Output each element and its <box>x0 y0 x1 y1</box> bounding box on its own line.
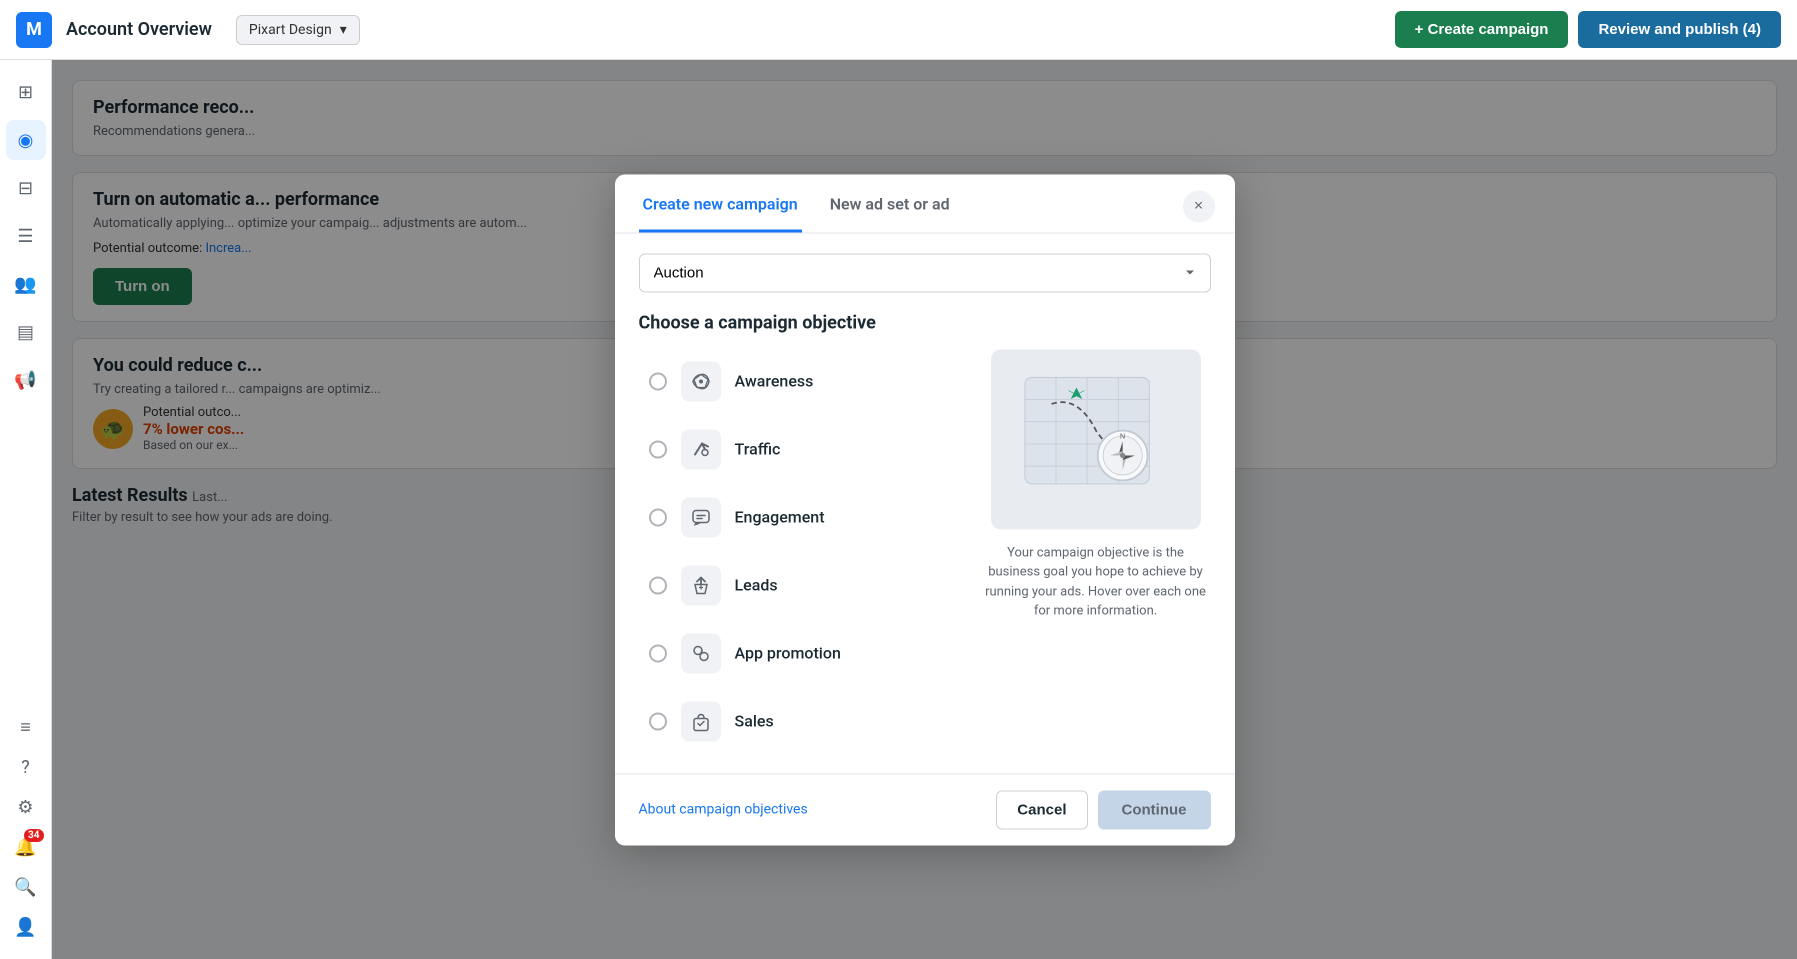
sidebar-item-search[interactable]: 🔍 <box>6 867 46 907</box>
engagement-icon <box>681 497 721 537</box>
objective-section-title: Choose a campaign objective <box>639 312 1211 333</box>
main-content: Performance reco... Recommendations gene… <box>52 60 1797 959</box>
modal-columns: Awareness Traffic <box>639 349 1211 753</box>
app-promotion-icon <box>681 633 721 673</box>
radio-sales[interactable] <box>649 712 667 730</box>
objective-engagement[interactable]: Engagement <box>639 485 961 549</box>
objective-traffic[interactable]: Traffic <box>639 417 961 481</box>
sidebar-item-doc[interactable]: ☰ <box>6 216 46 256</box>
objective-awareness[interactable]: Awareness <box>639 349 961 413</box>
radio-leads[interactable] <box>649 576 667 594</box>
traffic-icon <box>681 429 721 469</box>
preview-illustration: N <box>991 349 1201 529</box>
sidebar-item-notifications[interactable]: 🔔 34 <box>6 827 46 867</box>
radio-traffic[interactable] <box>649 440 667 458</box>
top-bar: M Account Overview Pixart Design ▾ + Cre… <box>0 0 1797 60</box>
sidebar-item-grid[interactable]: ⊟ <box>6 168 46 208</box>
review-publish-button[interactable]: Review and publish (4) <box>1578 11 1781 48</box>
continue-button[interactable]: Continue <box>1098 790 1211 829</box>
chevron-down-icon: ▾ <box>340 22 347 38</box>
sidebar-item-settings[interactable]: ⚙ <box>6 787 46 827</box>
modal-close-button[interactable]: × <box>1183 190 1215 222</box>
sidebar-item-profile[interactable]: 👤 <box>6 907 46 947</box>
sidebar: ⊞ ◉ ⊟ ☰ 👥 ▤ 📢 ≡ ? ⚙ 🔔 34 🔍 👤 <box>0 60 52 959</box>
notification-badge: 34 <box>24 829 43 842</box>
engagement-label: Engagement <box>735 508 825 527</box>
objective-app-promotion[interactable]: App promotion <box>639 621 961 685</box>
create-campaign-modal: Create new campaign New ad set or ad × A… <box>615 174 1235 845</box>
meta-logo: M <box>16 12 52 48</box>
page-title: Account Overview <box>66 19 212 40</box>
awareness-label: Awareness <box>735 372 814 391</box>
cancel-button[interactable]: Cancel <box>996 790 1087 829</box>
objectives-list: Awareness Traffic <box>639 349 961 753</box>
auction-dropdown[interactable]: Auction Reach and Frequency <box>639 253 1211 292</box>
radio-awareness[interactable] <box>649 372 667 390</box>
awareness-icon <box>681 361 721 401</box>
traffic-label: Traffic <box>735 440 781 459</box>
tab-new-ad-set[interactable]: New ad set or ad <box>826 194 954 232</box>
sidebar-item-layers[interactable]: ▤ <box>6 312 46 352</box>
sales-icon <box>681 701 721 741</box>
account-name: Pixart Design <box>249 22 332 38</box>
modal-body: Auction Reach and Frequency Choose a cam… <box>615 233 1235 773</box>
sidebar-bottom: ≡ ? ⚙ 🔔 34 🔍 👤 <box>6 707 46 947</box>
footer-actions: Cancel Continue <box>996 790 1210 829</box>
preview-description: Your campaign objective is the business … <box>981 543 1211 621</box>
create-campaign-button[interactable]: + Create campaign <box>1395 11 1569 48</box>
preview-panel: N Your campaign objective is the busines… <box>981 349 1211 753</box>
about-objectives-link[interactable]: About campaign objectives <box>639 802 808 818</box>
sidebar-item-menu[interactable]: ≡ <box>6 707 46 747</box>
sidebar-item-home[interactable]: ⊞ <box>6 72 46 112</box>
app-promotion-label: App promotion <box>735 644 841 663</box>
sidebar-item-megaphone[interactable]: 📢 <box>6 360 46 400</box>
svg-text:N: N <box>1120 432 1125 440</box>
sidebar-item-help[interactable]: ? <box>6 747 46 787</box>
leads-label: Leads <box>735 576 778 595</box>
sidebar-item-people[interactable]: 👥 <box>6 264 46 304</box>
sidebar-item-user[interactable]: ◉ <box>6 120 46 160</box>
modal-footer: About campaign objectives Cancel Continu… <box>615 773 1235 845</box>
sales-label: Sales <box>735 712 774 731</box>
account-selector[interactable]: Pixart Design ▾ <box>236 15 360 45</box>
objective-leads[interactable]: Leads <box>639 553 961 617</box>
radio-app-promotion[interactable] <box>649 644 667 662</box>
radio-engagement[interactable] <box>649 508 667 526</box>
objective-sales[interactable]: Sales <box>639 689 961 753</box>
tab-create-campaign[interactable]: Create new campaign <box>639 194 802 232</box>
modal-header: Create new campaign New ad set or ad × <box>615 174 1235 233</box>
leads-icon <box>681 565 721 605</box>
